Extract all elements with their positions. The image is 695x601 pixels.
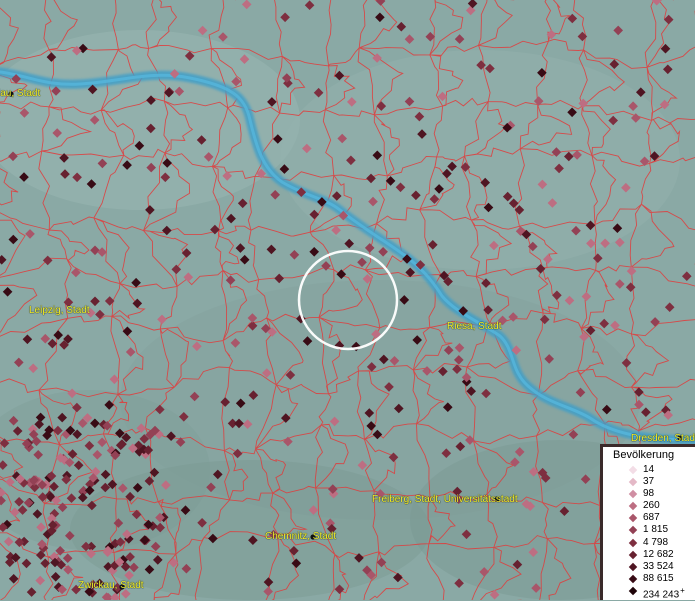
population-legend: Bevölkerung 14 37 98 260 687 1 815 4 798… — [600, 444, 695, 600]
legend-plus: + — [680, 585, 685, 595]
city-label-lau[interactable]: lau, Stadt — [0, 88, 40, 100]
legend-item: 260 — [603, 500, 695, 512]
legend-item: 12 682 — [603, 549, 695, 561]
legend-item: 234 243+ — [603, 585, 695, 601]
legend-label: 4 798 — [643, 536, 669, 548]
legend-swatch — [628, 538, 638, 547]
legend-label: 687 — [643, 512, 660, 524]
legend-item: 14 — [603, 464, 695, 476]
legend-item: 37 — [603, 476, 695, 488]
legend-label: 260 — [643, 500, 660, 512]
legend-swatch — [628, 514, 638, 523]
legend-swatch — [628, 502, 638, 511]
legend-swatch — [628, 586, 638, 596]
city-label-zwickau[interactable]: Zwickau, Stadt — [78, 580, 144, 592]
legend-swatch — [628, 562, 638, 571]
legend-label: 12 682 — [643, 548, 674, 560]
legend-swatch — [628, 489, 638, 499]
legend-swatch — [628, 550, 638, 559]
legend-swatch — [628, 574, 638, 584]
city-label-riesa[interactable]: Riesa, Stadt — [447, 321, 501, 333]
legend-label: 234 243 — [643, 589, 680, 601]
terrain-background — [0, 0, 695, 600]
legend-swatch — [628, 477, 638, 487]
legend-item: 687 — [603, 512, 695, 524]
legend-item: 33 524 — [603, 561, 695, 573]
legend-label: 33 524 — [643, 560, 674, 572]
city-label-freiberg[interactable]: Freiberg, Stadt, Universitätsstadt — [372, 494, 518, 506]
legend-item: 4 798 — [603, 537, 695, 549]
legend-item: 1 815 — [603, 524, 695, 536]
legend-title: Bevölkerung — [613, 449, 675, 461]
legend-label: 98 — [643, 488, 655, 500]
population-map[interactable] — [0, 0, 695, 600]
city-label-chemnitz[interactable]: Chemnitz, Stadt — [265, 531, 336, 543]
legend-item: 98 — [603, 488, 695, 500]
legend-item: 88 615 — [603, 573, 695, 585]
legend-swatch — [628, 526, 638, 535]
legend-label: 37 — [643, 476, 655, 488]
legend-list: 14 37 98 260 687 1 815 4 798 12 682 33 5… — [603, 464, 695, 601]
legend-label: 14 — [643, 464, 655, 475]
legend-swatch — [628, 465, 638, 475]
legend-label: 88 615 — [643, 572, 674, 584]
city-label-leipzig[interactable]: Leipzig, Stadt — [29, 305, 90, 317]
legend-label: 1 815 — [643, 524, 669, 536]
